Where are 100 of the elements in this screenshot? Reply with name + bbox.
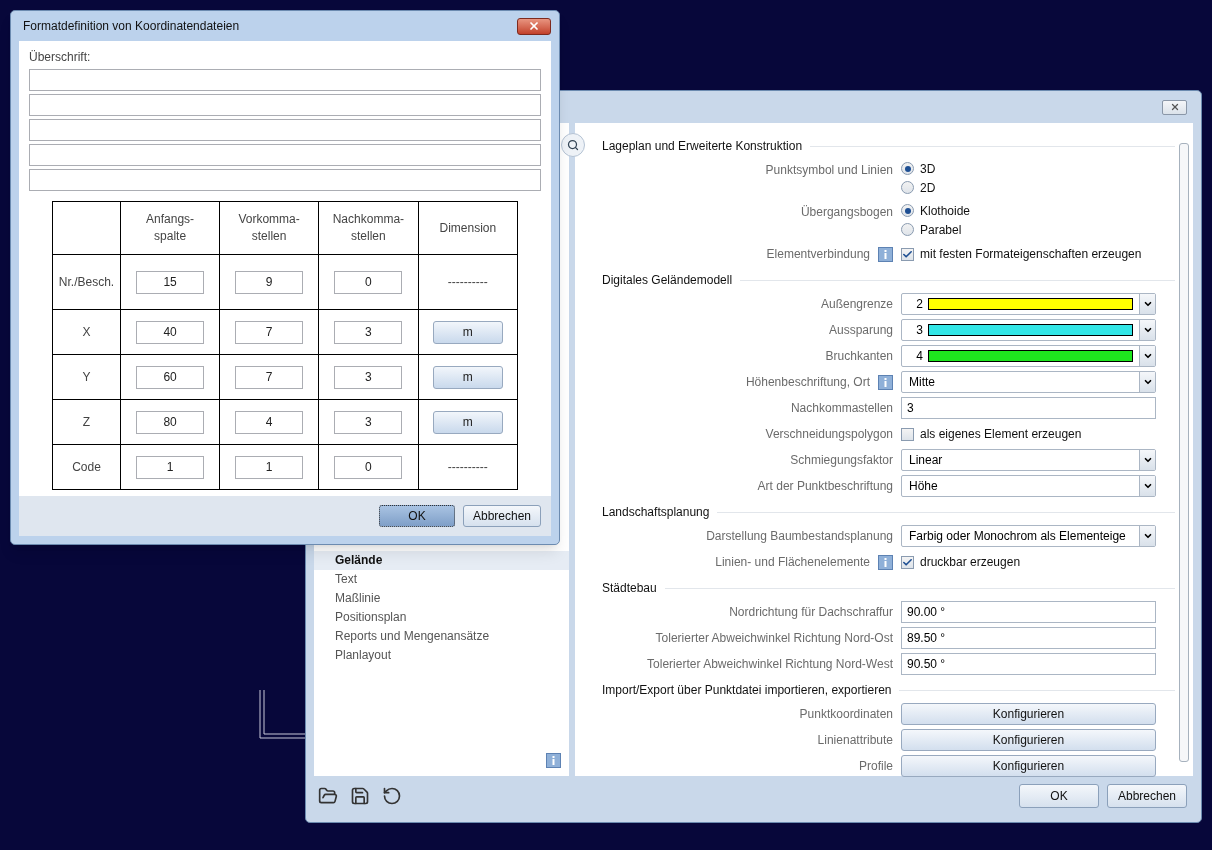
dimension-text: ---------- [447,460,488,474]
column-header: Nachkomma- stellen [318,201,419,255]
radio-button[interactable] [901,223,914,236]
sidebar-item[interactable]: Gelände [314,551,569,570]
number-field[interactable]: 9 [235,270,304,294]
check-icon [902,248,913,260]
heading-label: Überschrift: [29,49,92,66]
field-label: Darstellung Baumbestandsplanung [706,528,893,545]
dimension-text: ---------- [447,275,488,289]
input-field[interactable]: 90.50 ° [901,653,1156,675]
checkbox[interactable] [901,247,914,261]
field-label: Art der Punktbeschriftung [757,478,893,495]
heading-input-field[interactable] [29,69,541,91]
heading-input-field[interactable] [29,94,541,116]
dialog-button[interactable]: Abbrechen [1107,784,1187,808]
dropdown[interactable]: Mitte [901,371,1156,393]
number-field[interactable]: 3 [334,410,403,434]
radio-label: 2D [920,179,936,197]
checkbox[interactable] [901,555,914,569]
field-label: Punktkoordinaten [799,706,893,723]
caret-icon [1142,455,1153,465]
check-icon [902,556,913,568]
number-field[interactable]: 0 [334,270,403,294]
number-field[interactable]: 80 [136,410,205,434]
close-icon [1169,102,1180,112]
checkbox-label: als eigenes Element erzeugen [920,426,1082,443]
cad-lines-drawing [258,690,308,740]
unit-button[interactable]: m [432,410,503,434]
sidebar-item[interactable]: Positionsplan [314,608,569,627]
scrollbar-thumb[interactable] [1179,143,1189,762]
save-icon[interactable] [350,786,370,806]
dropdown[interactable]: Höhe [901,475,1156,497]
number-field[interactable]: 0 [334,455,403,479]
number-field[interactable]: 4 [235,410,304,434]
column-header: Anfangs- spalte [120,201,220,255]
folder-icon[interactable] [318,786,338,806]
info-icon[interactable] [878,246,893,262]
number-field[interactable]: 1 [136,455,205,479]
dialog-button[interactable]: OK [1019,784,1099,808]
number-field[interactable]: 1 [235,455,304,479]
close-button[interactable] [1162,99,1187,115]
color-dropdown[interactable]: 2 [901,293,1156,315]
unit-button[interactable]: m [432,365,503,389]
configure-button[interactable]: Konfigurieren [901,703,1156,725]
radio-label: Parabel [920,221,962,239]
color-dropdown[interactable]: 4 [901,345,1156,367]
close-icon [528,20,540,32]
radio-button[interactable] [901,181,914,194]
field-label: Linienattribute [817,732,893,749]
sidebar-item[interactable]: Maßlinie [314,589,569,608]
section-title: Landschaftsplanung [601,504,710,521]
dialog-button[interactable]: Abbrechen [463,505,541,527]
section-title: Städtebau [601,580,657,597]
sidebar-item[interactable]: Planlayout [314,646,569,665]
heading-input-field[interactable] [29,119,541,141]
input-field[interactable]: 3 [901,397,1156,419]
configure-button[interactable]: Konfigurieren [901,755,1156,777]
radio-label: Klothoide [920,202,971,220]
field-label: Aussparung [828,322,893,339]
close-button[interactable] [517,17,551,35]
sidebar-item[interactable]: Text [314,570,569,589]
number-field[interactable]: 40 [136,320,205,344]
reset-icon[interactable] [382,786,402,806]
dialog-button[interactable]: OK [379,505,455,527]
heading-input-field[interactable] [29,169,541,191]
input-field[interactable]: 89.50 ° [901,627,1156,649]
configure-button[interactable]: Konfigurieren [901,729,1156,751]
number-field[interactable]: 7 [235,320,304,344]
info-icon[interactable] [546,753,561,768]
section-title: Digitales Geländemodell [601,272,733,289]
number-field[interactable]: 7 [235,365,304,389]
info-icon[interactable] [878,374,893,390]
unit-button[interactable]: m [432,320,503,344]
caret-icon [1142,377,1153,387]
search-button[interactable] [561,133,585,157]
number-field[interactable]: 60 [136,365,205,389]
input-field[interactable]: 90.00 ° [901,601,1156,623]
row-label: Code [52,444,121,490]
field-label: Außengrenze [820,296,893,313]
number-field[interactable]: 15 [136,270,205,294]
number-field[interactable]: 3 [334,320,403,344]
field-label: Tolerierter Abweichwinkel Richtung Nord-Ost [655,630,893,647]
color-dropdown[interactable]: 3 [901,319,1156,341]
field-label: Schmiegungsfaktor [790,452,893,469]
field-label: Verschneidungspolygon [765,426,893,443]
dropdown[interactable]: Linear [901,449,1156,471]
radio-button[interactable] [901,162,914,175]
radio-button[interactable] [901,204,914,217]
field-label: Linien- und Flächenelemente [715,554,870,571]
info-icon[interactable] [878,554,893,570]
checkbox[interactable] [901,427,914,441]
dropdown[interactable]: Farbig oder Monochrom als Elementeige [901,525,1156,547]
field-label: Punktsymbol und Linien [765,162,893,179]
field-label: Nordrichtung für Dachschraffur [729,604,893,621]
number-field[interactable]: 3 [334,365,403,389]
caret-icon [1142,531,1153,541]
field-label: Elementverbindung [766,246,870,263]
caret-icon [1142,325,1153,335]
heading-input-field[interactable] [29,144,541,166]
sidebar-item[interactable]: Reports und Mengenansätze [314,627,569,646]
